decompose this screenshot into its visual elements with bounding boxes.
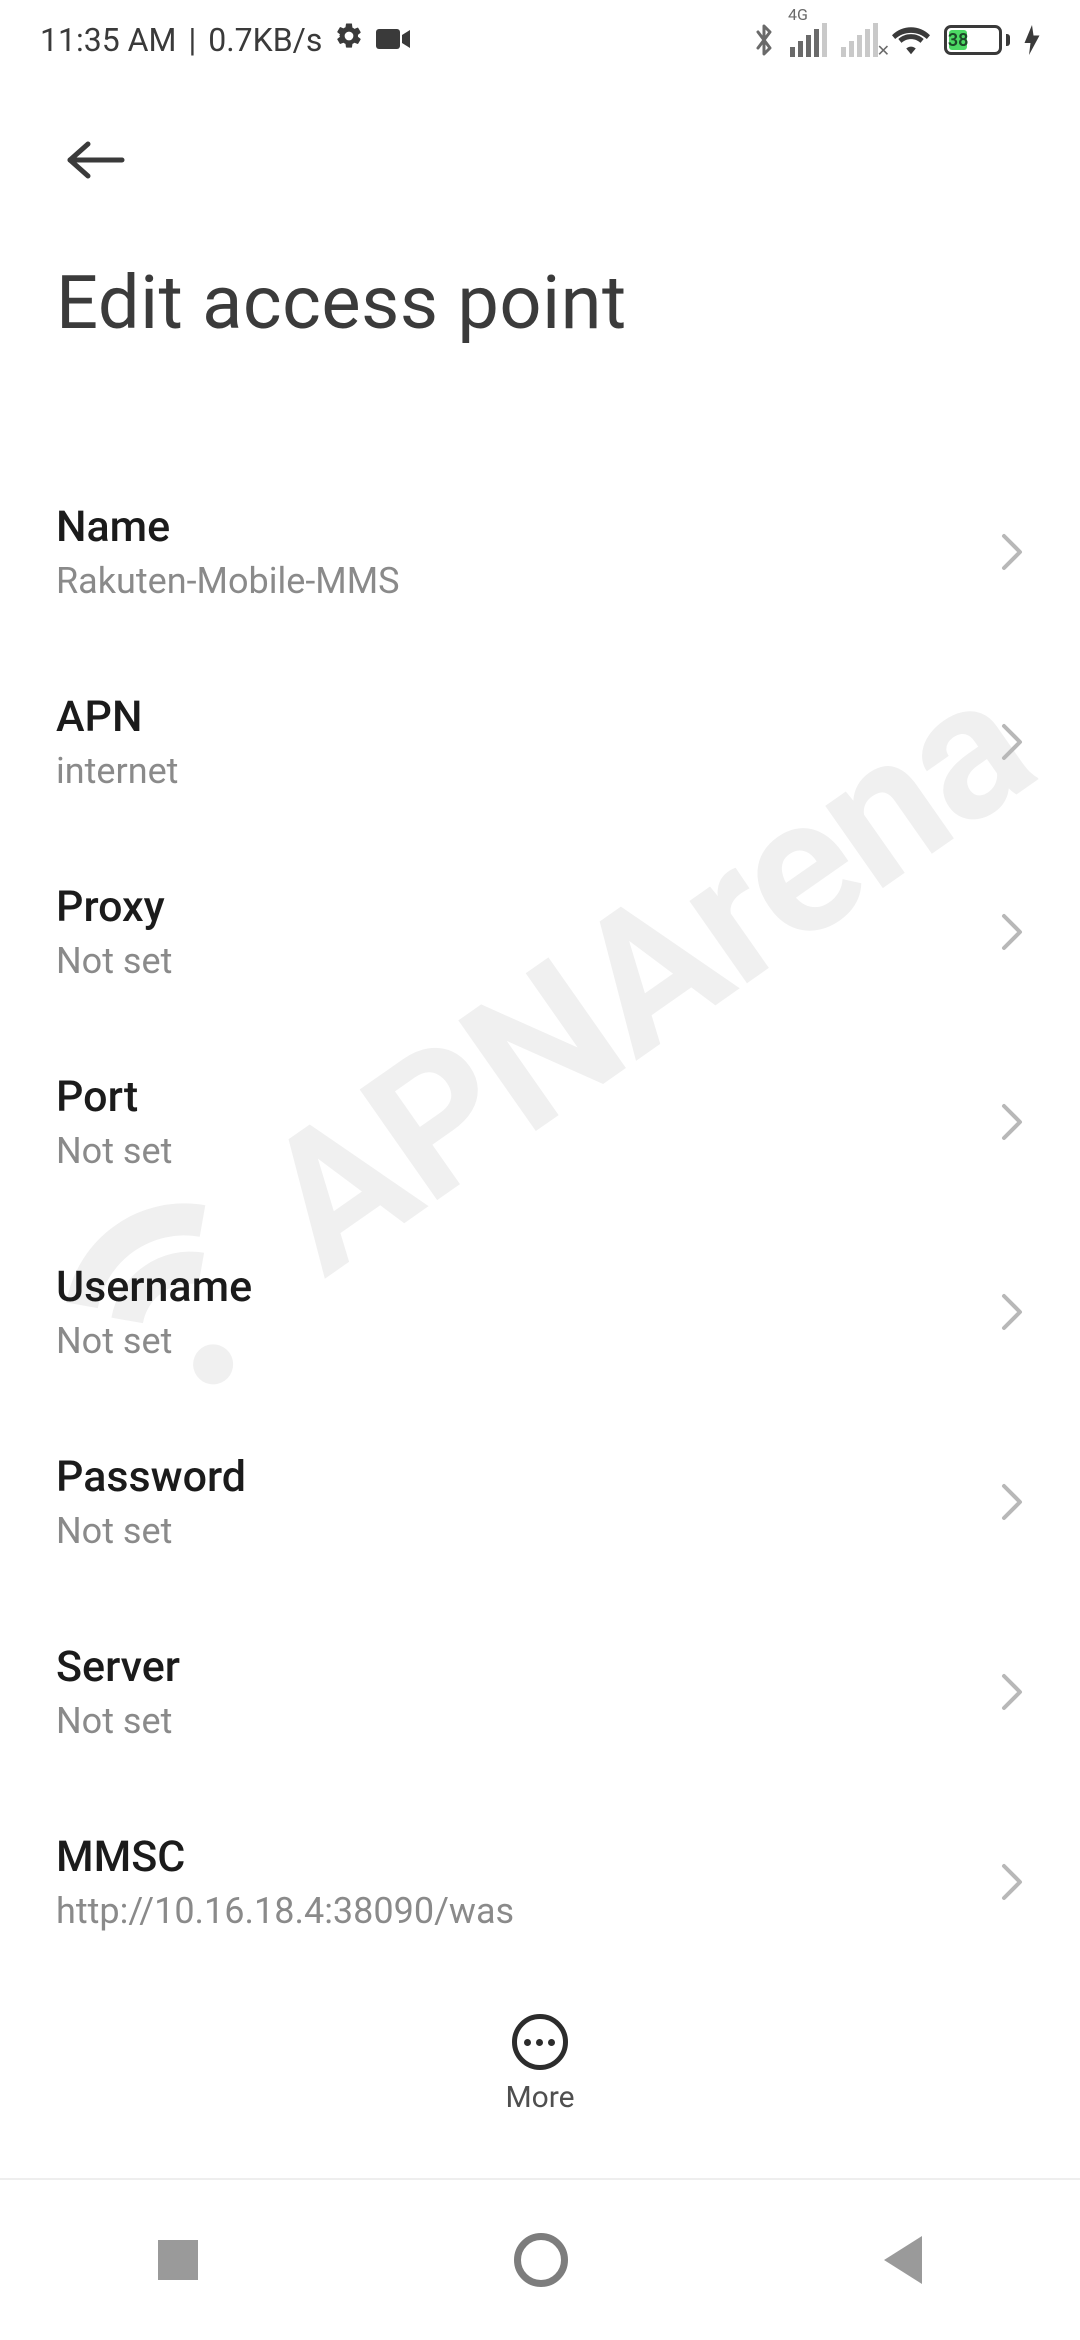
- nav-home-button[interactable]: [514, 2233, 568, 2287]
- row-proxy[interactable]: Proxy Not set: [0, 837, 1080, 1027]
- more-button[interactable]: More: [505, 2000, 574, 2115]
- navigation-bar: [0, 2180, 1080, 2340]
- header: Edit access point: [0, 80, 1080, 347]
- signal-nosim-icon: ✕: [841, 23, 878, 57]
- gear-icon: [334, 21, 364, 59]
- chevron-right-icon: [1000, 1862, 1024, 1902]
- chevron-right-icon: [1000, 532, 1024, 572]
- row-port[interactable]: Port Not set: [0, 1027, 1080, 1217]
- row-value: internet: [56, 750, 980, 792]
- row-label: Password: [56, 1452, 980, 1502]
- battery-indicator: 38: [944, 25, 1010, 55]
- status-bar: 11:35 AM | 0.7KB/s 4G ✕: [0, 0, 1080, 80]
- charging-icon: [1024, 25, 1040, 55]
- chevron-right-icon: [1000, 1102, 1024, 1142]
- back-button[interactable]: [56, 120, 136, 200]
- row-label: APN: [56, 692, 980, 742]
- row-name[interactable]: Name Rakuten-Mobile-MMS: [0, 457, 1080, 647]
- status-time: 11:35 AM: [40, 21, 176, 59]
- signal-4g-icon: 4G: [790, 23, 827, 57]
- row-value: Rakuten-Mobile-MMS: [56, 560, 980, 602]
- row-label: MMSC: [56, 1832, 980, 1882]
- chevron-right-icon: [1000, 1482, 1024, 1522]
- divider: [0, 2178, 1080, 2180]
- row-label: Username: [56, 1262, 980, 1312]
- status-right: 4G ✕ 38: [752, 22, 1040, 58]
- row-label: Port: [56, 1072, 980, 1122]
- row-server[interactable]: Server Not set: [0, 1597, 1080, 1787]
- page-title: Edit access point: [56, 260, 1024, 347]
- wifi-icon: [892, 25, 930, 55]
- chevron-right-icon: [1000, 912, 1024, 952]
- row-apn[interactable]: APN internet: [0, 647, 1080, 837]
- status-data-rate: 0.7KB/s: [208, 21, 322, 59]
- row-label: Name: [56, 502, 980, 552]
- bottom-action-bar: More: [0, 2000, 1080, 2160]
- row-username[interactable]: Username Not set: [0, 1217, 1080, 1407]
- row-value: Not set: [56, 940, 980, 982]
- row-value: Not set: [56, 1320, 980, 1362]
- row-password[interactable]: Password Not set: [0, 1407, 1080, 1597]
- arrow-left-icon: [64, 138, 128, 182]
- row-label: Proxy: [56, 882, 980, 932]
- row-value: http://10.16.18.4:38090/was: [56, 1890, 980, 1932]
- chevron-right-icon: [1000, 1672, 1024, 1712]
- row-value: Not set: [56, 1130, 980, 1172]
- status-left: 11:35 AM | 0.7KB/s: [40, 21, 410, 59]
- row-mmsc[interactable]: MMSC http://10.16.18.4:38090/was: [0, 1787, 1080, 1977]
- bluetooth-icon: [752, 22, 776, 58]
- row-label: Server: [56, 1642, 980, 1692]
- chevron-right-icon: [1000, 722, 1024, 762]
- settings-list: Name Rakuten-Mobile-MMS APN internet Pro…: [0, 457, 1080, 2167]
- camera-icon: [376, 21, 410, 59]
- more-label: More: [505, 2080, 574, 2115]
- row-value: Not set: [56, 1510, 980, 1552]
- nav-recents-button[interactable]: [158, 2240, 198, 2280]
- status-divider: |: [188, 21, 196, 59]
- nav-back-button[interactable]: [884, 2236, 922, 2284]
- chevron-right-icon: [1000, 1292, 1024, 1332]
- battery-fill: 38: [949, 30, 967, 50]
- row-value: Not set: [56, 1700, 980, 1742]
- more-icon: [512, 2014, 568, 2070]
